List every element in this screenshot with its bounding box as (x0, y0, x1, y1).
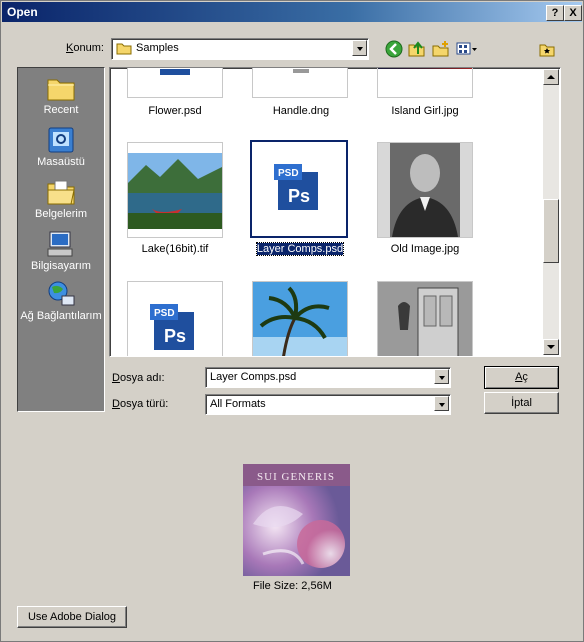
filetype-dropdown-button[interactable] (434, 396, 449, 411)
place-label: Recent (43, 104, 79, 116)
back-icon[interactable] (385, 40, 403, 58)
file-name-selected[interactable]: Layer Comps.psd (235, 242, 365, 256)
arrow-up-icon (547, 75, 555, 79)
documents-icon (47, 180, 75, 205)
image-thumbnail (253, 282, 347, 356)
file-thumbnail[interactable] (127, 68, 223, 98)
favorites-icon[interactable] (539, 41, 555, 57)
file-name[interactable]: Lake(16bit).tif (110, 243, 240, 255)
image-thumbnail (378, 68, 472, 69)
place-network[interactable]: Ağ Bağlantılarım (18, 280, 104, 322)
location-value: Samples (136, 42, 179, 54)
cancel-button[interactable]: İptal (484, 392, 559, 414)
folder-icon (116, 43, 132, 55)
psd-badge-top: PSD (278, 168, 299, 179)
file-name[interactable]: Island Girl.jpg (360, 105, 490, 117)
file-list-view: Flower.psd Handle.dng Island Girl.jpg La… (109, 67, 561, 357)
image-thumbnail (128, 153, 222, 229)
open-button[interactable]: Aç (484, 366, 559, 389)
vertical-scrollbar[interactable] (543, 69, 559, 355)
place-documents[interactable]: Belgelerim (18, 178, 104, 220)
file-name[interactable]: Flower.psd (110, 105, 240, 117)
place-label: Ağ Bağlantılarım (20, 310, 102, 322)
file-size-label: File Size: 2,56M (253, 580, 332, 592)
filetype-select[interactable]: All Formats (205, 394, 451, 415)
filetype-label: Dosya türü: (112, 398, 169, 410)
up-folder-icon[interactable] (408, 40, 426, 58)
preview-image: SUI GENERIS (243, 464, 350, 576)
place-recent[interactable]: Recent (18, 74, 104, 116)
psd-file-icon: PSD Ps (274, 164, 318, 210)
filetype-value: All Formats (210, 398, 266, 410)
psd-file-icon: PSD Ps (150, 304, 194, 350)
place-computer[interactable]: Bilgisayarım (18, 230, 104, 272)
desktop-icon (48, 127, 74, 153)
psd-badge-top: PSD (154, 308, 175, 319)
network-icon (48, 281, 75, 306)
scroll-down-button[interactable] (543, 339, 559, 355)
file-name[interactable]: Handle.dng (236, 105, 366, 117)
file-thumbnail[interactable] (252, 281, 348, 356)
image-preview: SUI GENERIS (243, 464, 350, 576)
window-title: Open (7, 5, 38, 19)
open-dialog: Open ? X Konum: Samples Recent Masaüstü … (0, 0, 584, 642)
recent-folder-icon (47, 79, 75, 101)
place-label: Bilgisayarım (31, 260, 91, 272)
filename-dropdown-button[interactable] (434, 369, 449, 384)
image-thumbnail (378, 282, 472, 356)
psd-badge-bottom: Ps (164, 326, 186, 346)
computer-icon (47, 231, 73, 257)
place-label: Belgelerim (35, 208, 87, 220)
file-thumbnail[interactable] (377, 281, 473, 356)
file-thumbnail[interactable] (127, 142, 223, 238)
file-thumbnail[interactable]: PSD Ps (127, 281, 223, 356)
close-button[interactable]: X (564, 5, 582, 21)
image-thumbnail (378, 143, 472, 237)
file-thumbnail-selected[interactable]: PSD Ps (250, 140, 348, 238)
location-dropdown-button[interactable] (352, 40, 367, 56)
filename-value: Layer Comps.psd (210, 371, 297, 383)
image-thumbnail (293, 69, 309, 73)
arrow-down-icon (547, 345, 555, 349)
scroll-thumb[interactable] (543, 199, 559, 263)
preview-title: SUI GENERIS (257, 471, 335, 483)
scroll-up-button[interactable] (543, 69, 559, 85)
location-label: Konum: (66, 42, 104, 54)
places-bar: Recent Masaüstü Belgelerim Bilgisayarım … (17, 67, 105, 412)
filename-label: Dosya adı: (112, 372, 165, 384)
psd-badge-bottom: Ps (288, 186, 310, 206)
file-thumbnail[interactable] (377, 142, 473, 238)
file-thumbnail[interactable] (252, 68, 348, 98)
place-label: Masaüstü (37, 156, 85, 168)
location-combo[interactable]: Samples (111, 38, 369, 60)
help-button[interactable]: ? (546, 5, 564, 21)
use-adobe-dialog-button[interactable]: Use Adobe Dialog (17, 606, 127, 628)
filename-input[interactable]: Layer Comps.psd (205, 367, 451, 388)
view-menu-button[interactable] (456, 41, 478, 57)
new-folder-icon[interactable] (432, 40, 450, 58)
place-desktop[interactable]: Masaüstü (18, 126, 104, 168)
psd-file-icon (160, 69, 190, 75)
file-name[interactable]: Old Image.jpg (360, 243, 490, 255)
title-bar: Open ? X (2, 2, 582, 22)
view-menu-icon (456, 42, 477, 55)
file-thumbnail[interactable] (377, 68, 473, 98)
